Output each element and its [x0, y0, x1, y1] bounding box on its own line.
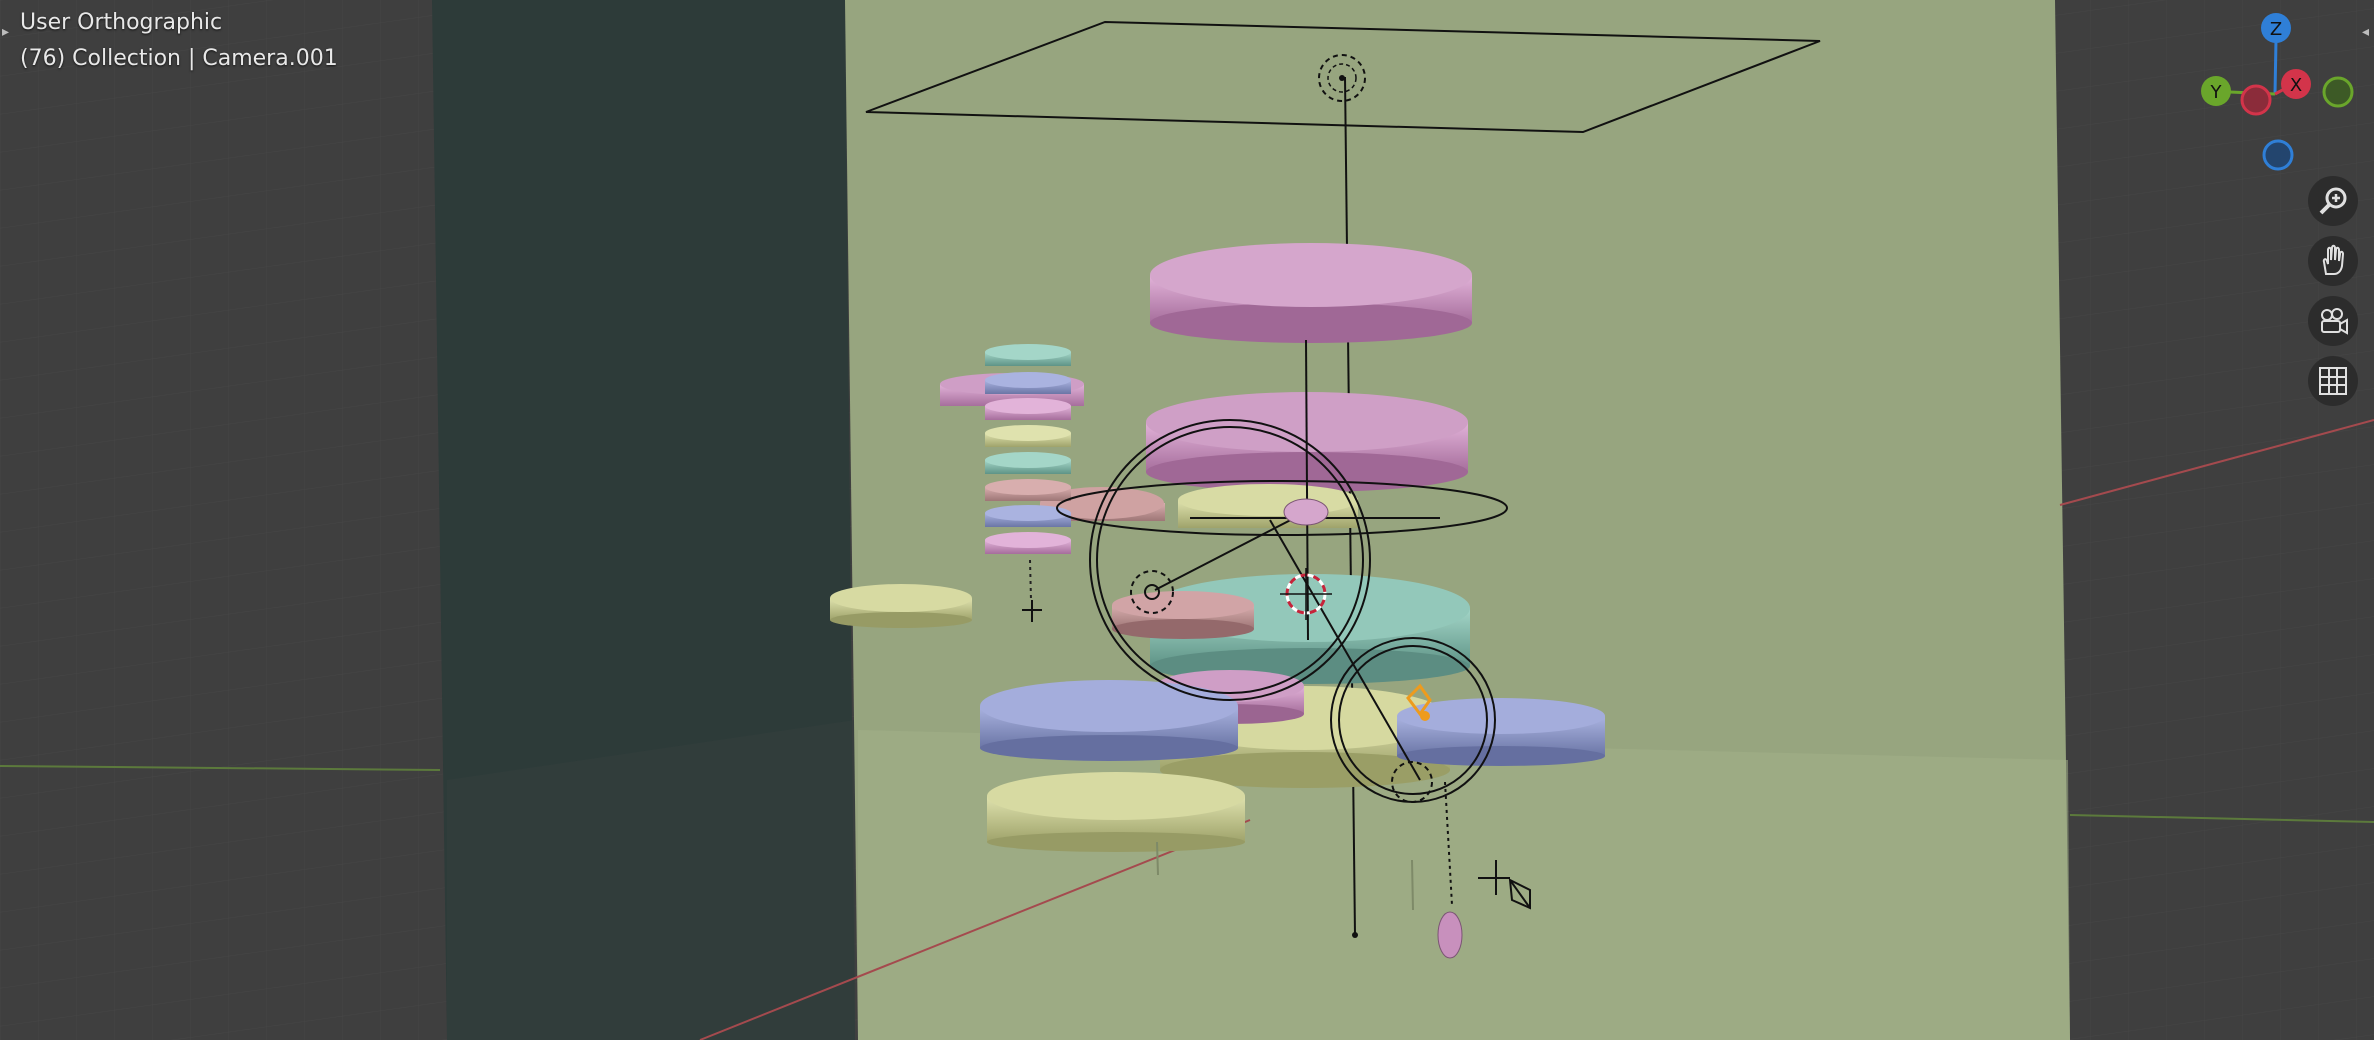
zoom-button[interactable]: [2308, 176, 2358, 226]
view-name-label: User Orthographic: [20, 10, 223, 35]
y-axis-label: Y: [2210, 82, 2223, 103]
camera-icon: [2321, 308, 2348, 335]
magnifier-plus-icon: [2319, 187, 2347, 215]
pink-mesh-small[interactable]: [1283, 498, 1329, 526]
right-panel-toggle-icon[interactable]: ◂: [2362, 24, 2369, 40]
disc-blue-right[interactable]: [1397, 698, 1605, 766]
z-axis-label: Z: [2270, 19, 2282, 40]
disc-yellow-center[interactable]: [1178, 484, 1358, 528]
disc-rose-small[interactable]: [1112, 591, 1254, 639]
left-panel-toggle-icon[interactable]: ▸: [2, 24, 9, 40]
x-axis-label: X: [2290, 75, 2302, 96]
ground-plane-floor: [858, 730, 2070, 1040]
hand-icon: [2322, 244, 2345, 275]
neg-z-handle: [2262, 139, 2294, 171]
3d-viewport[interactable]: Z Y X User Orthographic (76) Collection …: [0, 0, 2374, 1040]
disc-blue-left[interactable]: [980, 680, 1238, 761]
disc-yellow-left[interactable]: [987, 772, 1245, 852]
grid-icon: [2319, 367, 2347, 395]
scene-canvas[interactable]: Z Y X: [0, 0, 2374, 1040]
neg-y-handle: [2322, 76, 2354, 108]
camera-view-button[interactable]: [2308, 296, 2358, 346]
neg-x-handle: [2240, 84, 2272, 116]
toggle-perspective-button[interactable]: [2308, 356, 2358, 406]
disc-yellow-far-left[interactable]: [830, 584, 972, 628]
disc-pink-top[interactable]: [1150, 243, 1472, 343]
pink-mesh-bottom[interactable]: [1437, 911, 1463, 959]
collection-info-label: (76) Collection | Camera.001: [20, 46, 338, 71]
navigation-buttons: [2300, 176, 2366, 416]
pan-button[interactable]: [2308, 236, 2358, 286]
